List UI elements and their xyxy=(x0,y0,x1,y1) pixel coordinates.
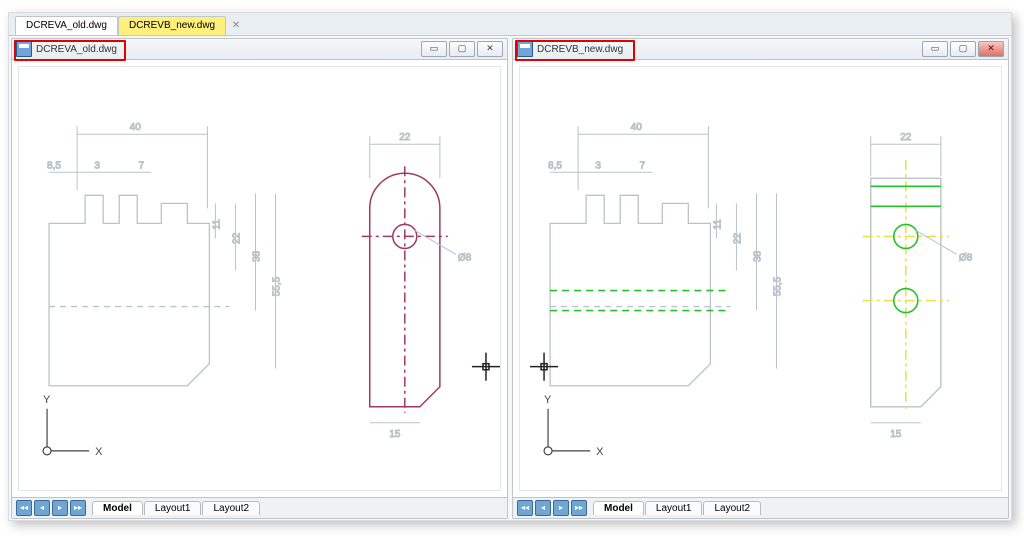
panes-container: DCREVA_old.dwg ▭ ▢ ✕ xyxy=(9,36,1011,521)
dim-22v: 22 xyxy=(231,232,242,244)
nav-prev[interactable]: ◂ xyxy=(535,500,551,516)
nav-first[interactable]: ◂◂ xyxy=(517,500,533,516)
dim-40: 40 xyxy=(130,122,142,133)
app-window: DCREVA_old.dwg DCREVB_new.dwg ✕ DCREVA_o… xyxy=(0,0,1024,551)
left-layout-tabs: ◂◂ ◂ ▸ ▸▸ Model Layout1 Layout2 xyxy=(12,497,507,518)
right-layout-tabs: ◂◂ ◂ ▸ ▸▸ Model Layout1 Layout2 xyxy=(513,497,1008,518)
tab-layout2[interactable]: Layout2 xyxy=(202,501,260,515)
tab-model[interactable]: Model xyxy=(593,501,644,515)
doc-tab-new[interactable]: DCREVB_new.dwg xyxy=(118,16,226,35)
right-title-text: DCREVB_new.dwg xyxy=(537,44,623,55)
left-tab-nav: ◂◂ ◂ ▸ ▸▸ xyxy=(16,500,86,516)
right-window-buttons: ▭ ▢ ✕ xyxy=(922,41,1004,57)
dim-dia8: Ø8 xyxy=(959,252,973,263)
tab-layout1[interactable]: Layout1 xyxy=(645,501,703,515)
axis-y-label: Y xyxy=(544,394,552,406)
nav-next[interactable]: ▸ xyxy=(52,500,68,516)
nav-first[interactable]: ◂◂ xyxy=(16,500,32,516)
dim-22top: 22 xyxy=(399,132,411,143)
nav-prev[interactable]: ◂ xyxy=(34,500,50,516)
left-pane: DCREVA_old.dwg ▭ ▢ ✕ xyxy=(11,38,508,519)
dim-55-5: 55,5 xyxy=(272,276,283,296)
dim-3: 3 xyxy=(595,160,601,171)
minimize-button[interactable]: ▭ xyxy=(421,41,447,57)
tab-layout2[interactable]: Layout2 xyxy=(703,501,761,515)
right-titlebar[interactable]: DCREVB_new.dwg ▭ ▢ ✕ xyxy=(513,39,1008,60)
dim-22top: 22 xyxy=(900,132,912,143)
right-tab-nav: ◂◂ ◂ ▸ ▸▸ xyxy=(517,500,587,516)
dwg-icon xyxy=(517,41,533,57)
close-button[interactable]: ✕ xyxy=(978,41,1004,57)
dim-40: 40 xyxy=(631,122,643,133)
dim-22v: 22 xyxy=(732,232,743,244)
axis-x-label: X xyxy=(596,446,604,458)
maximize-button[interactable]: ▢ xyxy=(950,41,976,57)
tab-layout1[interactable]: Layout1 xyxy=(144,501,202,515)
dim-15: 15 xyxy=(389,429,401,440)
right-pane: DCREVB_new.dwg ▭ ▢ ✕ xyxy=(512,38,1009,519)
dim-dia8: Ø8 xyxy=(458,252,472,263)
dim-7: 7 xyxy=(138,160,144,171)
dim-38: 38 xyxy=(252,250,263,262)
left-window-buttons: ▭ ▢ ✕ xyxy=(421,41,503,57)
dim-3: 3 xyxy=(94,160,100,171)
left-titlebar[interactable]: DCREVA_old.dwg ▭ ▢ ✕ xyxy=(12,39,507,60)
document-tab-bar: DCREVA_old.dwg DCREVB_new.dwg ✕ xyxy=(9,13,1011,36)
dim-15: 15 xyxy=(890,429,902,440)
nav-last[interactable]: ▸▸ xyxy=(70,500,86,516)
axis-x-label: X xyxy=(95,446,103,458)
dwg-icon xyxy=(16,41,32,57)
right-drawing-canvas[interactable]: Y X xyxy=(519,66,1002,491)
doc-tab-old[interactable]: DCREVA_old.dwg xyxy=(15,16,118,35)
tab-model[interactable]: Model xyxy=(92,501,143,515)
dim-7: 7 xyxy=(639,160,645,171)
left-title-text: DCREVA_old.dwg xyxy=(36,44,117,55)
nav-last[interactable]: ▸▸ xyxy=(571,500,587,516)
axis-y-label: Y xyxy=(43,394,51,406)
dim-55-5: 55,5 xyxy=(773,276,784,296)
main-frame: DCREVA_old.dwg DCREVB_new.dwg ✕ DCREVA_o… xyxy=(8,12,1012,521)
nav-next[interactable]: ▸ xyxy=(553,500,569,516)
close-button[interactable]: ✕ xyxy=(477,41,503,57)
left-drawing-canvas[interactable]: Y X xyxy=(18,66,501,491)
minimize-button[interactable]: ▭ xyxy=(922,41,948,57)
dim-11: 11 xyxy=(211,219,222,230)
doc-tab-close[interactable]: ✕ xyxy=(226,16,246,35)
dim-8-5: 8,5 xyxy=(548,160,562,171)
dim-11: 11 xyxy=(712,219,723,230)
dim-38: 38 xyxy=(753,250,764,262)
dim-8-5: 8,5 xyxy=(47,160,61,171)
maximize-button[interactable]: ▢ xyxy=(449,41,475,57)
